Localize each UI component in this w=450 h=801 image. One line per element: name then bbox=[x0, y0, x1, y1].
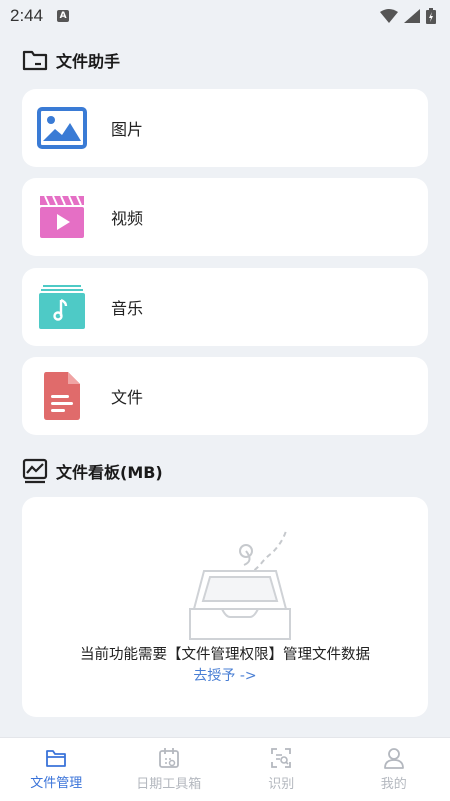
file-assistant-header: 文件助手 bbox=[22, 48, 120, 72]
calendar-icon bbox=[158, 748, 179, 768]
card-videos[interactable]: 视频 bbox=[22, 178, 428, 256]
file-board-header: 文件看板(MB) bbox=[22, 458, 163, 484]
permission-message: 当前功能需要【文件管理权限】管理文件数据 bbox=[80, 647, 370, 663]
card-label: 文件 bbox=[111, 388, 144, 407]
tab-date-toolbox[interactable]: 日期工具箱 bbox=[113, 738, 226, 801]
notification-badge-icon: A bbox=[57, 10, 70, 22]
person-icon bbox=[383, 748, 404, 769]
image-icon bbox=[37, 103, 87, 153]
tab-file-management[interactable]: 文件管理 bbox=[0, 738, 113, 801]
tab-label: 我的 bbox=[380, 777, 407, 792]
tab-label: 识别 bbox=[268, 777, 295, 792]
music-icon bbox=[37, 282, 87, 332]
card-label: 音乐 bbox=[111, 299, 144, 318]
section-title: 文件助手 bbox=[56, 52, 121, 71]
folder-icon bbox=[46, 750, 67, 767]
tab-mine[interactable]: 我的 bbox=[338, 738, 450, 801]
folder-outline-icon bbox=[22, 50, 48, 71]
battery-icon bbox=[426, 8, 436, 24]
bottom-tab-bar: 文件管理 日期工具箱 识别 我的 bbox=[0, 737, 450, 801]
card-music[interactable]: 音乐 bbox=[22, 268, 428, 346]
video-icon bbox=[37, 192, 87, 242]
document-icon bbox=[37, 371, 87, 421]
scan-icon bbox=[271, 748, 292, 768]
status-bar: 2:44 A bbox=[0, 0, 450, 32]
signal-icon bbox=[404, 9, 420, 23]
section-title: 文件看板(MB) bbox=[56, 463, 163, 482]
card-images[interactable]: 图片 bbox=[22, 89, 428, 167]
chart-board-icon bbox=[22, 458, 48, 484]
tab-recognize[interactable]: 识别 bbox=[225, 738, 338, 801]
status-time: 2:44 bbox=[10, 6, 44, 25]
tab-label: 日期工具箱 bbox=[136, 777, 202, 792]
tab-label: 文件管理 bbox=[30, 776, 83, 791]
card-documents[interactable]: 文件 bbox=[22, 357, 428, 435]
wifi-icon bbox=[380, 9, 398, 23]
empty-box-icon bbox=[189, 530, 291, 640]
grant-permission-link[interactable]: 去授予 -> bbox=[22, 665, 428, 685]
card-label: 视频 bbox=[111, 209, 144, 228]
file-board-card: 当前功能需要【文件管理权限】管理文件数据 去授予 -> bbox=[22, 497, 428, 717]
card-label: 图片 bbox=[111, 120, 144, 139]
